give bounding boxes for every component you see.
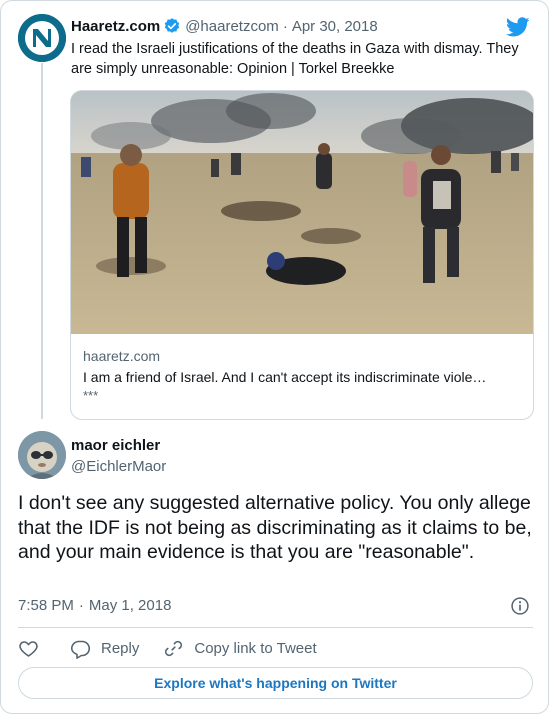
copy-link-button[interactable]: Copy link to Tweet [163, 638, 317, 659]
tweet-actions: Reply Copy link to Tweet [18, 636, 341, 660]
reply-bubble-icon [70, 640, 91, 659]
reply-label: Reply [101, 639, 140, 657]
reply-time[interactable]: 7:58 PM [18, 597, 74, 614]
reply-timestamp[interactable]: 7:58 PM · May 1, 2018 [18, 597, 171, 614]
haaretz-avatar[interactable] [18, 14, 66, 62]
like-button[interactable] [18, 638, 39, 659]
news-photo [71, 91, 533, 334]
reply-button[interactable]: Reply [70, 638, 139, 659]
info-icon[interactable] [510, 596, 530, 616]
parent-author-handle[interactable]: @haaretzcom [185, 18, 279, 35]
parent-author-name[interactable]: Haaretz.com [71, 18, 160, 35]
parent-tweet-header: Haaretz.com @haaretzcom · Apr 30, 2018 [71, 17, 378, 35]
verified-badge-icon [163, 17, 181, 35]
maor-eichler-avatar[interactable] [18, 431, 66, 479]
parent-tweet-date[interactable]: Apr 30, 2018 [292, 18, 378, 35]
link-chain-icon [165, 640, 183, 656]
reply-author-name[interactable]: maor eichler [71, 437, 160, 454]
copy-link-label: Copy link to Tweet [194, 639, 317, 657]
reply-author-handle[interactable]: @EichlerMaor [71, 458, 166, 475]
header-separator: · [282, 17, 288, 35]
thread-line [41, 63, 43, 419]
reply-tweet-text: I don't see any suggested alternative po… [18, 492, 532, 563]
link-title: I am a friend of Israel. And I can't acc… [83, 369, 487, 385]
reply-date[interactable]: May 1, 2018 [89, 597, 172, 614]
tweet-embed-card: Haaretz.com @haaretzcom · Apr 30, 2018 I… [0, 0, 549, 714]
link-domain: haaretz.com [83, 348, 161, 364]
avatar-photo [18, 431, 66, 479]
haaretz-logo-icon [18, 14, 66, 62]
link-description: *** [83, 388, 99, 403]
meta-separator: · [78, 597, 84, 614]
twitter-bird-icon[interactable] [505, 15, 530, 39]
divider [18, 627, 533, 628]
explore-twitter-button[interactable]: Explore what's happening on Twitter [18, 667, 533, 699]
link-preview-card[interactable]: haaretz.com I am a friend of Israel. And… [70, 90, 534, 420]
parent-tweet-text: I read the Israeli justifications of the… [71, 41, 519, 77]
heart-icon [19, 640, 38, 657]
